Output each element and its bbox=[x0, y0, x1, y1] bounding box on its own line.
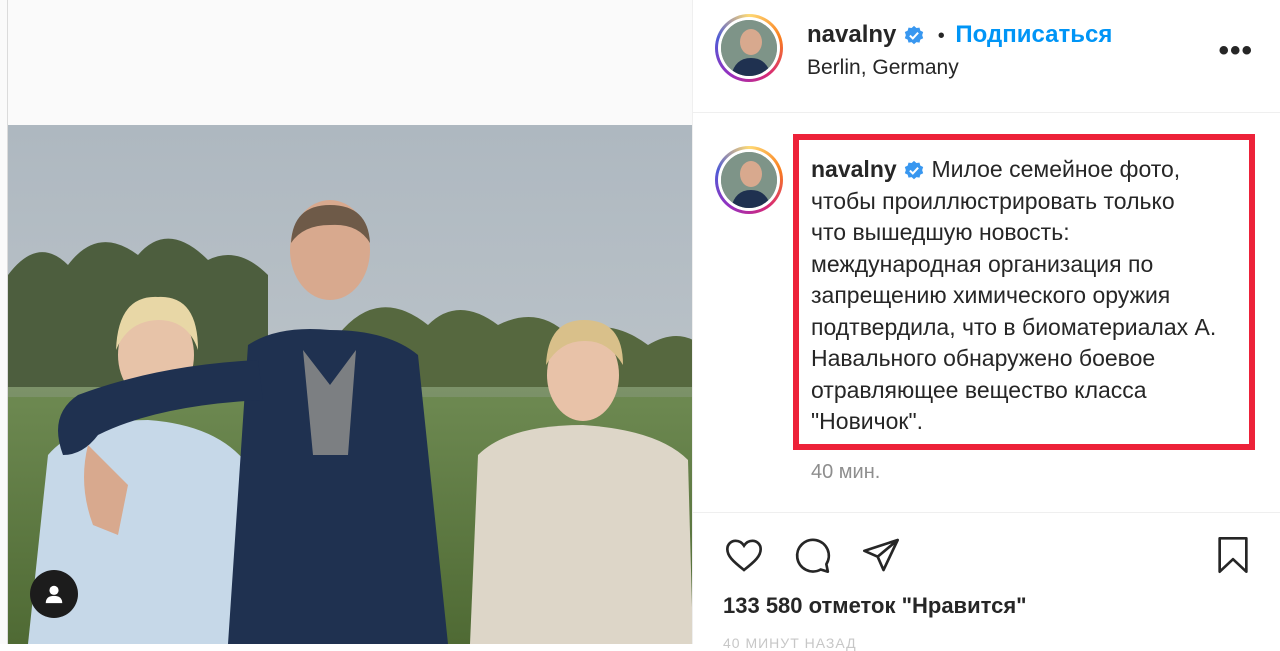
caption-timestamp: 40 мин. bbox=[811, 461, 881, 483]
caption-line: "Новичок". bbox=[811, 408, 924, 434]
person-icon bbox=[45, 585, 63, 604]
comment-icon[interactable] bbox=[791, 535, 833, 575]
instagram-post-window: navalny • Подписаться Berlin, Germany ••… bbox=[0, 0, 1280, 651]
tagged-users-button[interactable] bbox=[30, 570, 78, 618]
post-age: 40 минут назад bbox=[723, 635, 857, 651]
caption-author-username[interactable]: navalny bbox=[811, 156, 897, 182]
post-actions: 133 580 отметок "Нравится" 40 минут наза… bbox=[693, 512, 1280, 651]
caption-line: что вышедшую новость: bbox=[811, 219, 1070, 245]
media-pane bbox=[7, 0, 693, 644]
header-line: navalny • Подписаться bbox=[807, 20, 1112, 51]
heart-icon[interactable] bbox=[723, 535, 765, 575]
post-location[interactable]: Berlin, Germany bbox=[807, 56, 959, 80]
caption-line: международная организация по bbox=[811, 250, 1154, 277]
author-username[interactable]: navalny bbox=[807, 21, 896, 48]
caption-line: подтвердила, что в биоматериалах А. bbox=[811, 313, 1217, 340]
caption-line: отравляющее вещество класса bbox=[811, 376, 1147, 403]
likes-count[interactable]: 133 580 отметок "Нравится" bbox=[723, 593, 1027, 619]
post-photo[interactable] bbox=[8, 125, 693, 644]
avatar-image bbox=[721, 152, 777, 208]
verified-badge-icon bbox=[904, 160, 924, 180]
caption-line: Навального обнаружено боевое bbox=[811, 345, 1156, 371]
avatar-image bbox=[721, 20, 777, 76]
family-photo-illustration bbox=[8, 125, 693, 644]
post-caption: navalny Милое семейное фото, чтобы проил… bbox=[811, 154, 1263, 438]
more-options-icon[interactable]: ••• bbox=[1218, 34, 1253, 68]
bookmark-icon[interactable] bbox=[1213, 533, 1253, 577]
post-header: navalny • Подписаться Berlin, Germany ••… bbox=[693, 0, 1280, 113]
post-info-pane: navalny • Подписаться Berlin, Germany ••… bbox=[692, 0, 1280, 651]
caption-author-avatar[interactable] bbox=[715, 146, 783, 214]
caption-line: Милое семейное фото, bbox=[931, 156, 1181, 182]
caption-line: чтобы проиллюстрировать только bbox=[811, 187, 1175, 214]
follow-button[interactable]: Подписаться bbox=[955, 21, 1112, 48]
caption-line: запрещению химического оружия bbox=[811, 282, 1171, 308]
verified-badge-icon bbox=[904, 25, 924, 44]
author-avatar[interactable] bbox=[715, 14, 783, 82]
paper-plane-icon[interactable] bbox=[859, 535, 903, 575]
separator-dot: • bbox=[937, 25, 945, 47]
